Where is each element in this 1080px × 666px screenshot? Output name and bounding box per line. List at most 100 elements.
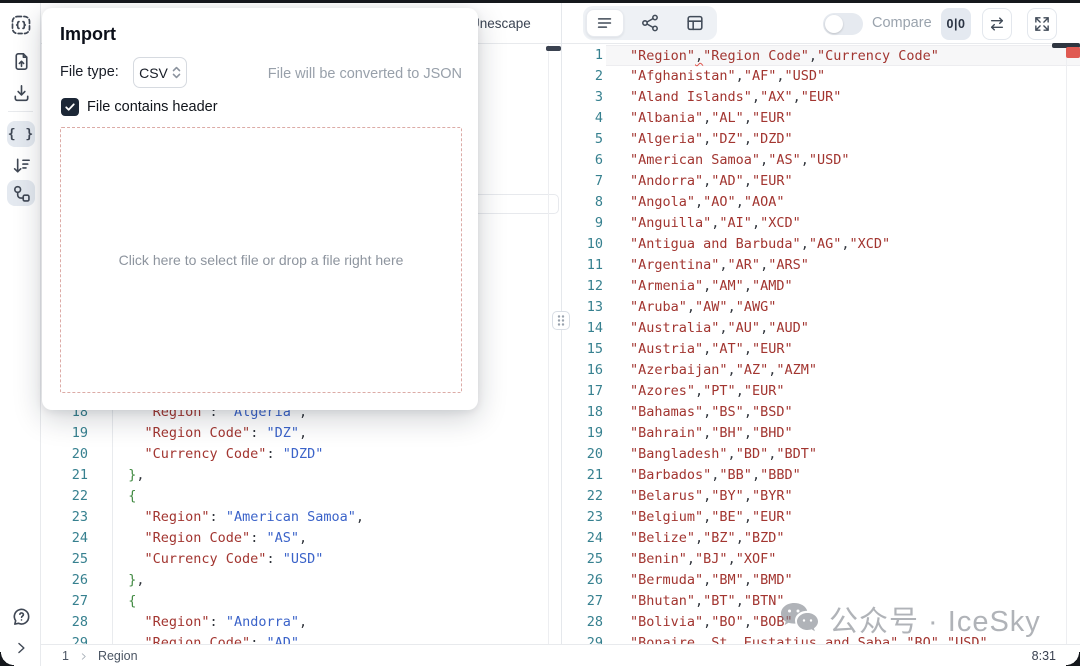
editor-line[interactable]: 21 }, xyxy=(41,465,561,486)
line-number[interactable]: 17 xyxy=(562,381,606,402)
panel-resize-grip[interactable] xyxy=(552,311,570,330)
unescape-button[interactable]: Unescape xyxy=(470,3,531,44)
editor-line[interactable]: 20"Bangladesh","BD","BDT" xyxy=(562,444,1080,465)
editor-line[interactable]: 9"Anguilla","AI","XCD" xyxy=(562,213,1080,234)
file-dropzone[interactable]: Click here to select file or drop a file… xyxy=(60,127,462,393)
line-number[interactable]: 1 xyxy=(562,45,606,66)
breadcrumb[interactable]: 1 Region xyxy=(62,645,138,666)
line-number[interactable]: 5 xyxy=(562,129,606,150)
line-number[interactable]: 9 xyxy=(562,213,606,234)
line-content[interactable]: "Belgium","BE","EUR" xyxy=(606,507,1080,528)
right-editor[interactable]: 1"Region","Region Code","Currency Code"2… xyxy=(562,45,1080,644)
line-content[interactable]: "Benin","BJ","XOF" xyxy=(606,549,1080,570)
line-content[interactable]: "Belarus","BY","BYR" xyxy=(606,486,1080,507)
editor-line[interactable]: 7"Andorra","AD","EUR" xyxy=(562,171,1080,192)
line-number[interactable]: 26 xyxy=(562,570,606,591)
editor-line[interactable]: 22 { xyxy=(41,486,561,507)
line-content[interactable]: "Algeria","DZ","DZD" xyxy=(606,129,1080,150)
editor-line[interactable]: 4"Albania","AL","EUR" xyxy=(562,108,1080,129)
line-number[interactable]: 24 xyxy=(562,528,606,549)
editor-line[interactable]: 21"Barbados","BB","BBD" xyxy=(562,465,1080,486)
editor-line[interactable]: 23"Belgium","BE","EUR" xyxy=(562,507,1080,528)
line-number[interactable]: 25 xyxy=(41,549,112,570)
editor-line[interactable]: 27 { xyxy=(41,591,561,612)
line-number[interactable]: 8 xyxy=(562,192,606,213)
line-content[interactable]: "Azerbaijan","AZ","AZM" xyxy=(606,360,1080,381)
line-number[interactable]: 15 xyxy=(562,339,606,360)
editor-line[interactable]: 5"Algeria","DZ","DZD" xyxy=(562,129,1080,150)
editor-line[interactable]: 19"Bahrain","BH","BHD" xyxy=(562,423,1080,444)
line-content[interactable]: "Barbados","BB","BBD" xyxy=(606,465,1080,486)
file-type-select[interactable]: CSV xyxy=(133,57,187,88)
line-number[interactable]: 24 xyxy=(41,528,112,549)
app-logo-icon[interactable] xyxy=(7,12,35,38)
compare-toggle[interactable] xyxy=(823,13,863,35)
swap-panels-button[interactable] xyxy=(982,8,1012,40)
line-content[interactable]: "Aruba","AW","AWG" xyxy=(606,297,1080,318)
line-number[interactable]: 20 xyxy=(562,444,606,465)
editor-line[interactable]: 17"Azores","PT","EUR" xyxy=(562,381,1080,402)
editor-line[interactable]: 19 "Region Code": "DZ", xyxy=(41,423,561,444)
download-icon[interactable] xyxy=(7,79,35,105)
sort-lines-icon[interactable] xyxy=(7,152,35,178)
line-content[interactable]: "Bermuda","BM","BMD" xyxy=(606,570,1080,591)
editor-line[interactable]: 2"Afghanistan","AF","USD" xyxy=(562,66,1080,87)
line-number[interactable]: 11 xyxy=(562,255,606,276)
editor-line[interactable]: 12"Armenia","AM","AMD" xyxy=(562,276,1080,297)
editor-line[interactable]: 25"Benin","BJ","XOF" xyxy=(562,549,1080,570)
line-content[interactable]: "Currency Code": "USD" xyxy=(112,549,561,570)
line-number[interactable]: 22 xyxy=(562,486,606,507)
line-content[interactable]: { xyxy=(112,591,561,612)
line-content[interactable]: "Region Code": "AS", xyxy=(112,528,561,549)
line-content[interactable]: { xyxy=(112,486,561,507)
line-content[interactable]: "Argentina","AR","ARS" xyxy=(606,255,1080,276)
editor-line[interactable]: 13"Aruba","AW","AWG" xyxy=(562,297,1080,318)
line-number[interactable]: 19 xyxy=(41,423,112,444)
header-checkbox[interactable] xyxy=(61,98,79,116)
editor-line[interactable]: 24 "Region Code": "AS", xyxy=(41,528,561,549)
line-content[interactable]: "Afghanistan","AF","USD" xyxy=(606,66,1080,87)
help-icon[interactable] xyxy=(7,603,35,629)
editor-line[interactable]: 29 "Region Code": "AD", xyxy=(41,633,561,644)
line-content[interactable]: "Bangladesh","BD","BDT" xyxy=(606,444,1080,465)
line-number[interactable]: 26 xyxy=(41,570,112,591)
editor-line[interactable]: 16"Azerbaijan","AZ","AZM" xyxy=(562,360,1080,381)
transform-icon[interactable] xyxy=(7,180,35,206)
editor-line[interactable]: 22"Belarus","BY","BYR" xyxy=(562,486,1080,507)
line-number[interactable]: 27 xyxy=(41,591,112,612)
line-number[interactable]: 18 xyxy=(562,402,606,423)
line-number[interactable]: 6 xyxy=(562,150,606,171)
editor-line[interactable]: 11"Argentina","AR","ARS" xyxy=(562,255,1080,276)
left-editor-scroll-thumb[interactable] xyxy=(546,46,561,51)
editor-line[interactable]: 14"Australia","AU","AUD" xyxy=(562,318,1080,339)
editor-line[interactable]: 20 "Currency Code": "DZD" xyxy=(41,444,561,465)
line-content[interactable]: "Azores","PT","EUR" xyxy=(606,381,1080,402)
braces-view-icon[interactable]: { } xyxy=(7,121,35,147)
line-number[interactable]: 28 xyxy=(562,612,606,633)
line-content[interactable]: "Armenia","AM","AMD" xyxy=(606,276,1080,297)
line-number[interactable]: 12 xyxy=(562,276,606,297)
line-content[interactable]: "Region": "Andorra", xyxy=(112,612,561,633)
editor-line[interactable]: 24"Belize","BZ","BZD" xyxy=(562,528,1080,549)
diff-mode-button[interactable]: 0|0 xyxy=(941,8,971,40)
line-content[interactable]: "Region Code": "AD", xyxy=(112,633,561,644)
editor-line[interactable]: 25 "Currency Code": "USD" xyxy=(41,549,561,570)
line-content[interactable]: "Bahrain","BH","BHD" xyxy=(606,423,1080,444)
line-content[interactable]: "Austria","AT","EUR" xyxy=(606,339,1080,360)
editor-line[interactable]: 3"Aland Islands","AX","EUR" xyxy=(562,87,1080,108)
line-number[interactable]: 21 xyxy=(562,465,606,486)
editor-line[interactable]: 15"Austria","AT","EUR" xyxy=(562,339,1080,360)
line-number[interactable]: 19 xyxy=(562,423,606,444)
import-file-icon[interactable] xyxy=(7,48,35,74)
line-number[interactable]: 3 xyxy=(562,87,606,108)
line-content[interactable]: "Anguilla","AI","XCD" xyxy=(606,213,1080,234)
line-number[interactable]: 28 xyxy=(41,612,112,633)
line-content[interactable]: "Belize","BZ","BZD" xyxy=(606,528,1080,549)
line-content[interactable]: "Region Code": "DZ", xyxy=(112,423,561,444)
line-number[interactable]: 27 xyxy=(562,591,606,612)
line-content[interactable]: "Currency Code": "DZD" xyxy=(112,444,561,465)
editor-line[interactable]: 26"Bermuda","BM","BMD" xyxy=(562,570,1080,591)
line-content[interactable]: "Albania","AL","EUR" xyxy=(606,108,1080,129)
line-content[interactable]: }, xyxy=(112,570,561,591)
line-content[interactable]: "American Samoa","AS","USD" xyxy=(606,150,1080,171)
